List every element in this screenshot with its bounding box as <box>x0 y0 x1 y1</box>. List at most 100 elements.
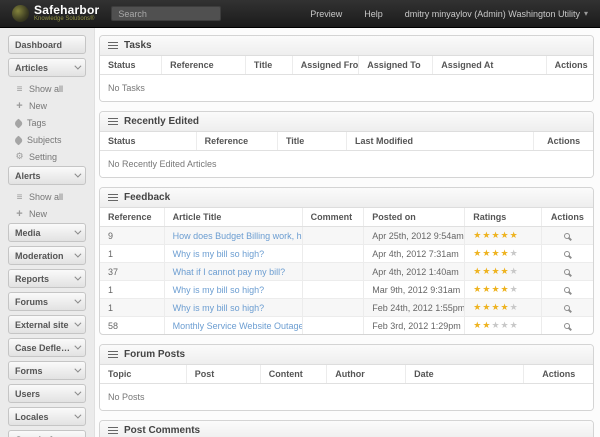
sidebar-subitem-alerts-show-all[interactable]: Show all <box>8 189 86 205</box>
sidebar-item-external-site[interactable]: External site <box>8 315 86 334</box>
empty-message: No Tasks <box>100 75 593 102</box>
sidebar-subitem-alerts-new[interactable]: New <box>8 206 86 222</box>
plus-icon <box>15 102 24 111</box>
column-header-last-modified: Last Modified <box>346 132 533 151</box>
magnifier-icon[interactable] <box>564 323 570 329</box>
magnifier-icon[interactable] <box>564 287 570 293</box>
cell-reference: 9 <box>100 227 164 245</box>
cell-article-title: What if I cannot pay my bill? <box>164 263 302 281</box>
sidebar-item-label: Users <box>15 389 40 399</box>
column-header-title: Title <box>277 132 346 151</box>
empty-row: No Tasks <box>100 75 593 102</box>
column-header-ratings: Ratings <box>465 208 541 227</box>
cell-comment <box>302 227 364 245</box>
sidebar-item-google-analytics[interactable]: Google Analytics <box>8 430 86 437</box>
main-content: Tasks StatusReferenceTitleAssigned FromAs… <box>95 28 600 437</box>
tag-icon <box>14 118 24 128</box>
sidebar-subitem-articles-subjects[interactable]: Subjects <box>8 132 86 148</box>
empty-row: No Posts <box>100 384 593 411</box>
column-header-status: Status <box>100 56 162 75</box>
panel-header-feedback[interactable]: Feedback <box>100 188 593 208</box>
sidebar-item-dashboard[interactable]: Dashboard <box>8 35 86 54</box>
panel-header-forum-posts[interactable]: Forum Posts <box>100 345 593 365</box>
cell-comment <box>302 281 364 299</box>
header-nav: Preview Help dmitry minyaylov (Admin) Wa… <box>310 9 588 19</box>
chevron-down-icon <box>74 228 81 235</box>
star-empty-icon: ★ <box>510 249 519 259</box>
magnifier-icon[interactable] <box>564 251 570 257</box>
sidebar-item-label: Reports <box>15 274 49 284</box>
cell-posted-on: Apr 4th, 2012 1:40am <box>364 263 465 281</box>
nav-help[interactable]: Help <box>364 9 383 19</box>
star-empty-icon: ★ <box>501 321 510 331</box>
chevron-down-icon <box>74 251 81 258</box>
panel-title: Tasks <box>124 40 152 51</box>
sidebar-item-users[interactable]: Users <box>8 384 86 403</box>
sidebar-item-label: Media <box>15 228 41 238</box>
nav-preview[interactable]: Preview <box>310 9 342 19</box>
star-filled-icon: ★ <box>473 321 482 331</box>
empty-message: No Posts <box>100 384 593 411</box>
app-logo[interactable]: Safeharbor Knowledge Solutions® <box>12 5 99 23</box>
column-header-content: Content <box>260 365 327 384</box>
cell-article-title: Why is my bill so high? <box>164 299 302 317</box>
sidebar-item-reports[interactable]: Reports <box>8 269 86 288</box>
sidebar-subitem-articles-new[interactable]: New <box>8 98 86 114</box>
cell-comment <box>302 317 364 335</box>
cell-ratings: ★★★★★ <box>465 281 541 299</box>
article-link[interactable]: Monthly Service Website Outage <box>173 321 303 331</box>
article-link[interactable]: Why is my bill so high? <box>173 249 265 259</box>
panel-recently-edited: Recently EditedStatusReferenceTitleLast … <box>99 111 594 178</box>
column-header-status: Status <box>100 132 196 151</box>
star-filled-icon: ★ <box>491 249 500 259</box>
panel-header-recently-edited[interactable]: Recently Edited <box>100 112 593 132</box>
column-header-comment: Comment <box>302 208 364 227</box>
sidebar-item-moderation[interactable]: Moderation <box>8 246 86 265</box>
article-link[interactable]: How does Budget Billing work, huh? <box>173 231 303 241</box>
cell-posted-on: Apr 25th, 2012 9:54am <box>364 227 465 245</box>
cell-ratings: ★★★★★ <box>465 263 541 281</box>
sidebar-subitem-articles-tags[interactable]: Tags <box>8 115 86 131</box>
sidebar-item-label: Articles <box>15 63 48 73</box>
sidebar-subitem-articles-setting[interactable]: Setting <box>8 149 86 165</box>
cell-reference: 1 <box>100 281 164 299</box>
magnifier-icon[interactable] <box>564 233 570 239</box>
list-icon <box>15 193 24 202</box>
sidebar-subitem-label: Subjects <box>27 135 62 145</box>
sidebar-item-media[interactable]: Media <box>8 223 86 242</box>
sidebar-subitem-articles-show-all[interactable]: Show all <box>8 81 86 97</box>
chevron-down-icon <box>74 274 81 281</box>
article-link[interactable]: Why is my bill so high? <box>173 303 265 313</box>
gear-icon <box>15 153 24 162</box>
cell-posted-on: Feb 3rd, 2012 1:29pm <box>364 317 465 335</box>
magnifier-icon[interactable] <box>564 305 570 311</box>
sidebar-item-locales[interactable]: Locales <box>8 407 86 426</box>
sidebar-item-alerts[interactable]: Alerts <box>8 166 86 185</box>
sidebar-item-forms[interactable]: Forms <box>8 361 86 380</box>
magnifier-icon[interactable] <box>564 269 570 275</box>
sidebar-item-forums[interactable]: Forums <box>8 292 86 311</box>
user-menu[interactable]: dmitry minyaylov (Admin) Washington Util… <box>405 9 588 19</box>
search-input[interactable] <box>111 6 221 21</box>
sidebar-subitem-label: Tags <box>27 118 46 128</box>
panel-header-post-comments[interactable]: Post Comments <box>100 421 593 437</box>
article-link[interactable]: What if I cannot pay my bill? <box>173 267 286 277</box>
star-filled-icon: ★ <box>501 285 510 295</box>
article-link[interactable]: Why is my bill so high? <box>173 285 265 295</box>
column-header-reference: Reference <box>100 208 164 227</box>
cell-posted-on: Apr 4th, 2012 7:31am <box>364 245 465 263</box>
panel-header-tasks[interactable]: Tasks <box>100 36 593 56</box>
logo-subtitle: Knowledge Solutions® <box>34 16 99 23</box>
chevron-down-icon <box>74 412 81 419</box>
column-header-actions: Actions <box>541 208 593 227</box>
table-row: 58Monthly Service Website OutageFeb 3rd,… <box>100 317 593 335</box>
cell-posted-on: Mar 9th, 2012 9:31am <box>364 281 465 299</box>
column-header-reference: Reference <box>196 132 277 151</box>
sidebar-item-label: Forums <box>15 297 48 307</box>
column-header-date: Date <box>406 365 524 384</box>
sidebar-item-articles[interactable]: Articles <box>8 58 86 77</box>
sidebar-item-case-deflection[interactable]: Case Deflection <box>8 338 86 357</box>
star-empty-icon: ★ <box>510 303 519 313</box>
table-header-row: StatusReferenceTitleAssigned FromAssigne… <box>100 56 593 75</box>
cell-actions <box>541 245 593 263</box>
